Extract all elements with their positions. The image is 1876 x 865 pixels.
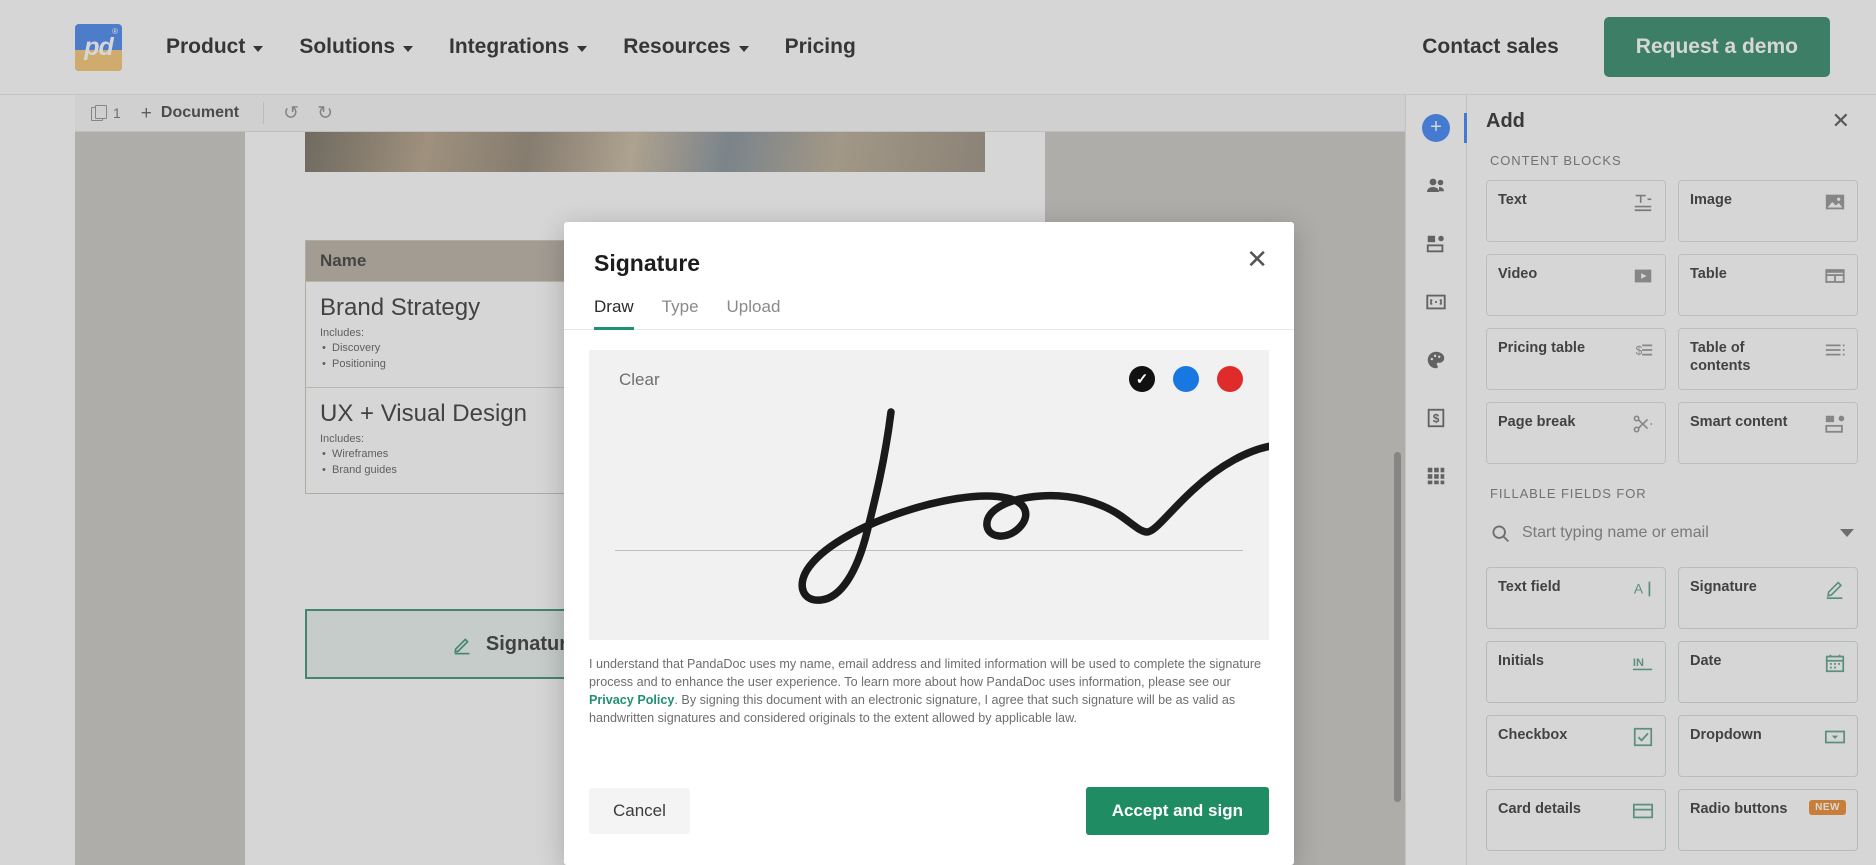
legal-disclaimer: I understand that PandaDoc uses my name,… — [564, 640, 1294, 728]
signature-modal-tabs: Draw Type Upload — [564, 297, 1294, 330]
tab-upload[interactable]: Upload — [727, 297, 781, 330]
signature-pad-wrapper: Clear — [564, 330, 1294, 640]
app-root: pd ® Product Solutions Integrations Reso… — [0, 0, 1876, 865]
close-icon[interactable]: ✕ — [1246, 246, 1268, 272]
legal-text-part1: I understand that PandaDoc uses my name,… — [589, 657, 1262, 689]
signature-modal: Signature ✕ Draw Type Upload Clear ✓ I u… — [564, 222, 1294, 865]
tab-type[interactable]: Type — [662, 297, 699, 330]
drawn-signature — [798, 408, 1269, 604]
tab-draw[interactable]: Draw — [594, 297, 634, 330]
accept-and-sign-button[interactable]: Accept and sign — [1085, 787, 1269, 835]
modal-footer: Cancel Accept and sign — [564, 787, 1294, 865]
signature-draw-pad[interactable]: Clear — [589, 350, 1269, 640]
modal-header: Signature ✕ — [564, 222, 1294, 277]
privacy-policy-link[interactable]: Privacy Policy — [589, 693, 674, 707]
legal-text-part2: . By signing this document with an elect… — [589, 692, 1236, 725]
cancel-button[interactable]: Cancel — [589, 788, 690, 834]
modal-title: Signature — [594, 250, 701, 276]
